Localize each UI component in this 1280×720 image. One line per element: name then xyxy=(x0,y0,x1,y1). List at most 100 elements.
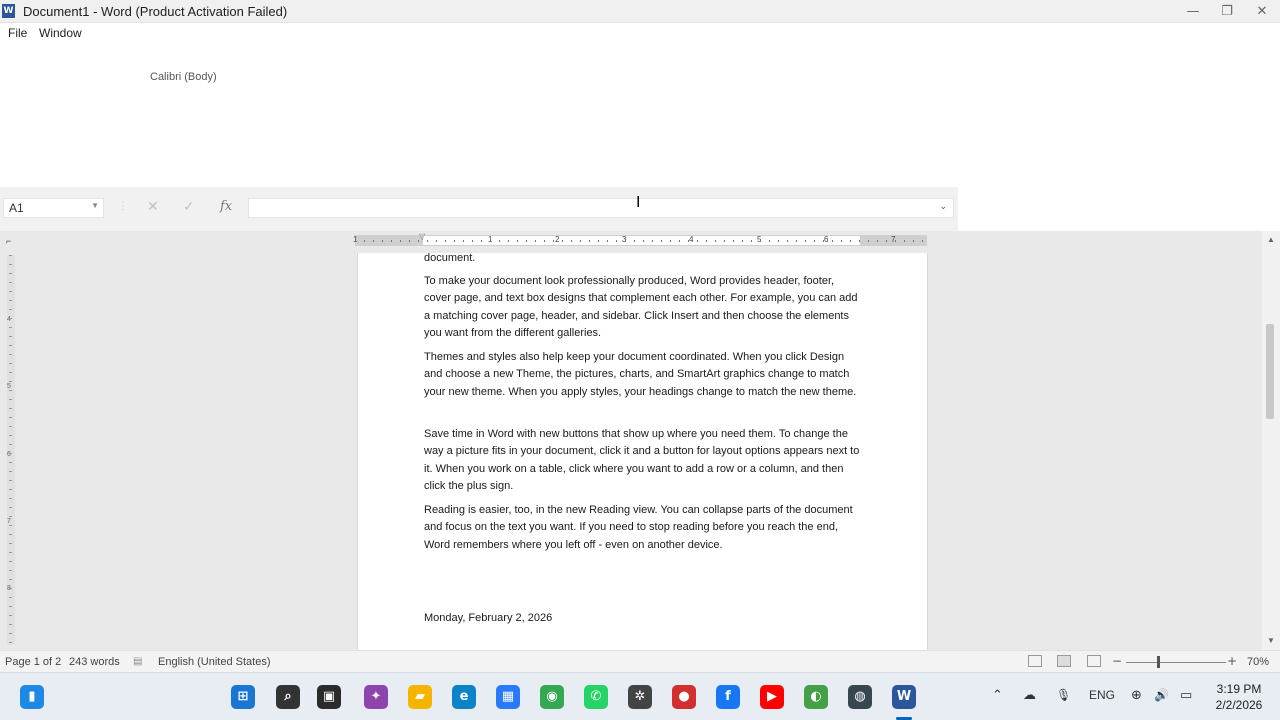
ruler-tick xyxy=(418,240,419,242)
chevron-down-icon[interactable]: ▼ xyxy=(91,201,99,210)
copilot-icon[interactable]: ✦ xyxy=(364,685,388,709)
ruler-tick xyxy=(670,240,671,242)
paragraph[interactable]: To make your document look professionall… xyxy=(424,273,864,342)
ruler-tick xyxy=(508,240,509,242)
zoom-slider[interactable] xyxy=(1126,662,1226,663)
zoom-in-icon[interactable]: + xyxy=(1227,654,1237,668)
ruler-tick xyxy=(9,642,12,643)
name-box[interactable]: A1 ▼ xyxy=(3,198,104,218)
edge-icon[interactable]: e xyxy=(452,685,476,709)
tab-selector-icon[interactable]: ⌐ xyxy=(6,236,11,246)
close-button[interactable]: ✕ xyxy=(1245,0,1279,23)
widgets-icon[interactable]: ▮ xyxy=(20,685,44,709)
scroll-thumb[interactable] xyxy=(1266,324,1274,419)
system-clock[interactable]: 3:19 PM 2/2/2026 xyxy=(1212,681,1266,713)
vertical-scrollbar[interactable]: ▲ ▼ xyxy=(1262,231,1280,650)
formula-input[interactable]: ⌄ xyxy=(248,198,954,218)
date-line[interactable]: Monday, February 2, 2026 xyxy=(424,610,864,627)
ruler-tick xyxy=(9,426,12,427)
whatsapp-icon[interactable]: ✆ xyxy=(584,685,608,709)
ruler-tick xyxy=(877,240,878,242)
paragraph[interactable]: document. xyxy=(424,253,864,267)
ruler-tick xyxy=(454,240,455,242)
restore-button[interactable]: ❐ xyxy=(1210,0,1244,23)
clock-time: 3:19 PM xyxy=(1216,682,1262,696)
font-name-box[interactable]: Calibri (Body) xyxy=(150,71,217,83)
ruler-tick xyxy=(616,240,617,242)
ruler-tick xyxy=(9,543,12,544)
proofing-icon[interactable]: ▤ xyxy=(133,656,142,667)
ruler-tick xyxy=(9,345,12,346)
enter-icon[interactable]: ✓ xyxy=(183,199,195,215)
ruler-tick xyxy=(355,240,356,242)
web-layout-icon[interactable] xyxy=(1087,655,1101,667)
chatgpt-icon[interactable]: ✲ xyxy=(628,685,652,709)
input-language[interactable]: ENG xyxy=(1089,688,1115,702)
ruler-tick xyxy=(688,240,689,242)
network-icon[interactable]: ⊕ xyxy=(1131,688,1142,703)
insert-function-icon[interactable]: fx xyxy=(220,199,232,214)
formula-bar: A1 ▼ ⋮ ✕ ✓ fx ⌄ xyxy=(0,187,958,231)
task-view-icon[interactable]: ▣ xyxy=(317,685,341,709)
start-icon[interactable]: ⊞ xyxy=(231,685,255,709)
ruler-tick xyxy=(9,381,12,382)
page-count[interactable]: Page 1 of 2 xyxy=(5,656,61,668)
file-explorer-icon[interactable]: ▰ xyxy=(408,685,432,709)
zoom-out-icon[interactable]: − xyxy=(1112,654,1122,668)
ruler-tick xyxy=(796,240,797,242)
ruler-tick xyxy=(778,240,779,242)
cancel-icon[interactable]: ✕ xyxy=(147,199,159,215)
recorder-icon[interactable]: ● xyxy=(672,685,696,709)
document-page[interactable]: document. To make your document look pro… xyxy=(357,253,928,650)
zoom-level[interactable]: 70% xyxy=(1247,656,1269,668)
paragraph[interactable]: Save time in Word with new buttons that … xyxy=(424,426,864,495)
youtube-icon[interactable]: ▶ xyxy=(760,685,784,709)
menu-window[interactable]: Window xyxy=(39,26,82,40)
paragraph[interactable]: Reading is easier, too, in the new Readi… xyxy=(424,502,864,554)
browser-green-icon[interactable]: ◐ xyxy=(804,685,828,709)
language-status[interactable]: English (United States) xyxy=(158,656,271,668)
ruler-tick xyxy=(9,273,12,274)
word-count[interactable]: 243 words xyxy=(69,656,120,668)
chrome-icon[interactable]: ◉ xyxy=(540,685,564,709)
ruler-tick xyxy=(427,240,428,242)
ruler-tick xyxy=(9,291,12,292)
ruler-tick xyxy=(634,240,635,242)
ruler-tick xyxy=(697,240,698,242)
search-icon[interactable]: ⌕ xyxy=(276,685,300,709)
ruler-tick xyxy=(9,462,12,463)
menu-file[interactable]: File xyxy=(8,26,27,40)
camera-app-icon[interactable]: ◍ xyxy=(848,685,872,709)
scroll-down-icon[interactable]: ▼ xyxy=(1267,636,1275,645)
vertical-ruler: 4 5 6 7 8 xyxy=(7,255,15,645)
ruler-tick xyxy=(598,240,599,242)
ruler-tick xyxy=(9,633,12,634)
zoom-slider-thumb[interactable] xyxy=(1157,656,1160,668)
expand-formula-icon[interactable]: ⌄ xyxy=(939,201,947,212)
word-taskbar-icon[interactable]: W xyxy=(892,685,916,709)
paragraph[interactable]: Themes and styles also help keep your do… xyxy=(424,349,864,401)
store-icon[interactable]: ▦ xyxy=(496,685,520,709)
ruler-tick xyxy=(400,240,401,242)
word-app-icon[interactable]: W xyxy=(2,4,15,18)
ruler-tick xyxy=(850,240,851,242)
hruler-number: 6 xyxy=(824,235,829,244)
onedrive-icon[interactable]: ☁ xyxy=(1023,688,1036,703)
ruler-tick xyxy=(9,588,12,589)
battery-icon[interactable]: ▭ xyxy=(1180,688,1192,703)
scroll-up-icon[interactable]: ▲ xyxy=(1267,235,1275,244)
ruler-tick xyxy=(9,534,12,535)
print-layout-icon[interactable] xyxy=(1057,655,1071,667)
tray-chevron-icon[interactable]: ⌃ xyxy=(992,688,1003,703)
ruler-tick xyxy=(706,240,707,242)
read-mode-icon[interactable] xyxy=(1028,655,1042,667)
microphone-icon[interactable]: 🎙 xyxy=(1056,688,1071,702)
ruler-tick xyxy=(9,597,12,598)
volume-icon[interactable]: 🔊 xyxy=(1154,688,1169,702)
ruler-tick xyxy=(9,435,12,436)
document-workspace: ⌐ 4 5 6 7 8 ▽ 1 1 2 3 4 5 6 7 document. … xyxy=(0,231,1280,650)
minimize-button[interactable]: — xyxy=(1176,0,1210,23)
ruler-tick xyxy=(589,240,590,242)
indent-marker-icon[interactable]: ▽ xyxy=(419,232,425,241)
facebook-icon[interactable]: f xyxy=(716,685,740,709)
